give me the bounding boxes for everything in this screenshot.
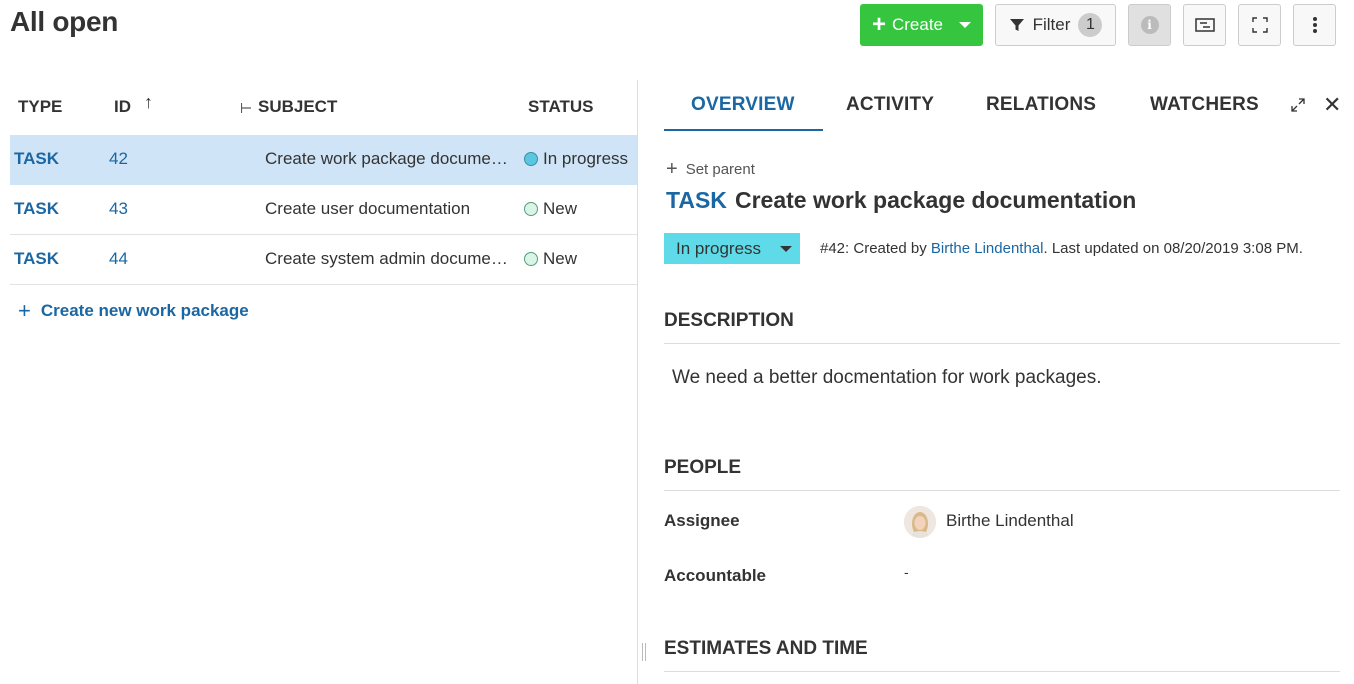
chevron-down-icon	[959, 22, 972, 28]
avatar	[904, 506, 936, 538]
column-header-type[interactable]: TYPE	[18, 97, 62, 117]
status-dot-icon	[524, 152, 538, 166]
estimates-section-title: ESTIMATES AND TIME	[664, 638, 1340, 672]
row-subject[interactable]: Create user documentation	[265, 199, 510, 219]
row-status[interactable]: New	[524, 249, 577, 269]
assignee-label: Assignee	[664, 511, 740, 530]
tab-activity[interactable]: ACTIVITY	[846, 94, 934, 116]
more-vertical-icon	[1312, 17, 1317, 33]
tab-overview[interactable]: OVERVIEW	[691, 94, 795, 116]
status-dot-icon	[524, 202, 538, 216]
toolbar: + Create Filter 1 i	[860, 4, 1336, 46]
row-type: TASK	[14, 249, 60, 268]
filter-button[interactable]: Filter 1	[995, 4, 1116, 46]
assignee-value[interactable]: Birthe Lindenthal	[946, 511, 1074, 531]
status-dot-icon	[524, 252, 538, 266]
row-type: TASK	[14, 199, 60, 218]
timeline-button[interactable]	[1183, 4, 1226, 46]
expand-icon[interactable]	[1290, 97, 1306, 118]
status-dropdown-label: In progress	[676, 238, 762, 258]
row-subject[interactable]: Create work package documentation	[265, 149, 510, 169]
row-status[interactable]: In progress	[524, 149, 628, 169]
description-text[interactable]: We need a better docmentation for work p…	[672, 367, 1102, 389]
meta-suffix: . Last updated on 08/20/2019 3:08 PM.	[1043, 240, 1303, 257]
row-id-link[interactable]: 42	[109, 149, 128, 169]
description-section-title: DESCRIPTION	[664, 310, 1340, 344]
row-status-label: New	[543, 199, 578, 218]
plus-icon: +	[666, 158, 678, 180]
table-row[interactable]: TASK 44 Create system admin documentatio…	[10, 235, 637, 285]
tab-watchers[interactable]: WATCHERS	[1150, 94, 1259, 116]
hierarchy-icon[interactable]: ⊢	[240, 100, 252, 117]
status-dropdown[interactable]: In progress	[664, 233, 800, 264]
row-status-label: In progress	[543, 149, 629, 168]
details-view-button[interactable]: i	[1128, 4, 1171, 46]
timeline-icon	[1194, 18, 1215, 32]
author-link[interactable]: Birthe Lindenthal	[931, 240, 1044, 257]
table-row[interactable]: TASK 43 Create user documentation New	[10, 185, 637, 235]
plus-icon: +	[871, 11, 886, 38]
page-title: All open	[10, 6, 119, 37]
sort-ascending-icon[interactable]: ↑	[144, 92, 153, 113]
accountable-value[interactable]: -	[904, 564, 909, 580]
table-row[interactable]: TASK 42 Create work package documentatio…	[10, 135, 637, 185]
create-button-label: Create	[891, 15, 944, 34]
set-parent-button[interactable]: + Set parent	[666, 158, 755, 181]
work-package-type[interactable]: TASK	[666, 187, 727, 214]
details-tabs: OVERVIEW ACTIVITY RELATIONS WATCHERS	[664, 80, 1284, 132]
row-id-link[interactable]: 43	[109, 199, 128, 219]
fullscreen-button[interactable]	[1238, 4, 1281, 46]
row-status-label: New	[543, 249, 578, 268]
work-package-subject[interactable]: Create work package documentation	[735, 187, 1136, 214]
meta-prefix: #42: Created by	[820, 240, 931, 257]
row-type: TASK	[14, 149, 60, 168]
fullscreen-icon	[1251, 17, 1268, 33]
people-section-title: PEOPLE	[664, 457, 1340, 491]
filter-count-badge: 1	[1078, 13, 1103, 37]
filter-button-label: Filter	[1032, 15, 1071, 34]
tab-relations[interactable]: RELATIONS	[986, 94, 1096, 116]
create-new-work-package-link[interactable]: + Create new work package	[18, 298, 249, 324]
split-divider	[637, 80, 638, 684]
create-new-work-package-label: Create new work package	[40, 301, 249, 320]
accountable-label: Accountable	[664, 566, 767, 585]
filter-icon	[1009, 19, 1024, 31]
column-header-id[interactable]: ID	[114, 97, 131, 117]
plus-icon: +	[18, 298, 31, 323]
create-button[interactable]: + Create	[860, 4, 983, 46]
active-tab-indicator	[664, 129, 823, 131]
resize-handle[interactable]	[642, 643, 646, 661]
column-header-subject[interactable]: SUBJECT	[258, 97, 337, 117]
row-id-link[interactable]: 44	[109, 249, 128, 269]
chevron-down-icon	[780, 246, 792, 252]
set-parent-label: Set parent	[685, 161, 755, 178]
close-icon[interactable]: ✕	[1323, 92, 1341, 118]
more-menu-button[interactable]	[1293, 4, 1336, 46]
info-icon: i	[1140, 16, 1159, 34]
column-header-status[interactable]: STATUS	[528, 97, 593, 117]
row-subject[interactable]: Create system admin documentation	[265, 249, 510, 269]
row-status[interactable]: New	[524, 199, 577, 219]
work-package-meta: #42: Created by Birthe Lindenthal. Last …	[820, 240, 1303, 257]
